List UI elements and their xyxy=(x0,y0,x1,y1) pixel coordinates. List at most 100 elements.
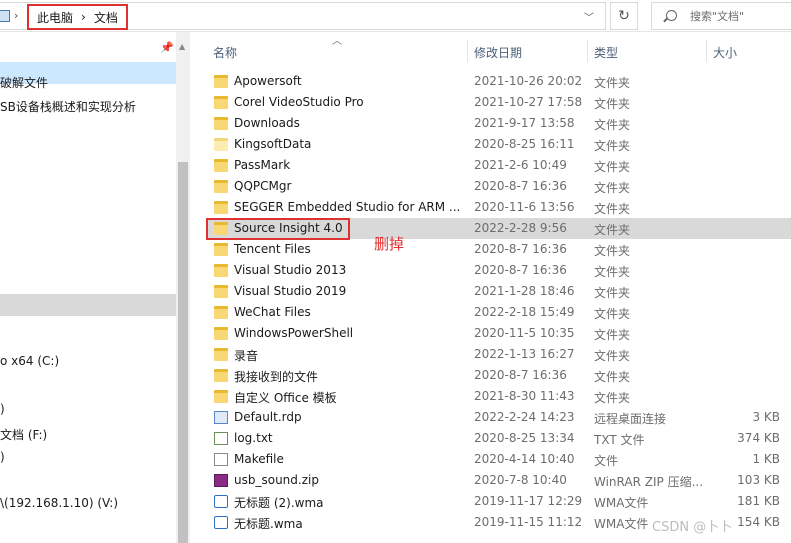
file-date: 2019-11-15 11:12 xyxy=(474,515,583,529)
refresh-button[interactable]: ↻ xyxy=(610,2,638,30)
file-date: 2020-7-8 10:40 xyxy=(474,473,567,487)
folder-icon xyxy=(214,75,228,88)
column-divider[interactable] xyxy=(706,40,707,62)
nav-scrollbar[interactable]: ▲ xyxy=(176,32,190,543)
folder-icon xyxy=(214,306,228,319)
file-row[interactable]: KingsoftData 2020-8-25 16:11 文件夹 xyxy=(206,134,791,155)
wma-file-icon xyxy=(214,516,228,529)
nav-hover-item[interactable] xyxy=(0,294,176,316)
nav-item[interactable]: ) xyxy=(0,450,5,464)
file-row[interactable]: 无标题 (2).wma 2019-11-17 12:29 WMA文件 181 KB xyxy=(206,491,791,512)
file-type: 文件夹 xyxy=(594,160,631,174)
file-name: Visual Studio 2019 xyxy=(234,284,347,298)
file-date: 2020-8-7 16:36 xyxy=(474,179,567,193)
text-file-icon xyxy=(214,432,228,445)
file-date: 2021-8-30 11:43 xyxy=(474,389,575,403)
file-type: 文件夹 xyxy=(594,244,631,258)
folder-icon xyxy=(214,348,228,361)
file-row[interactable]: Corel VideoStudio Pro 2021-10-27 17:58 文件夹 xyxy=(206,92,791,113)
file-name: 录音 xyxy=(234,349,259,363)
file-type: 文件夹 xyxy=(594,223,631,237)
nav-item[interactable]: o x64 (C:) xyxy=(0,354,59,368)
file-size: 154 KB xyxy=(737,515,780,529)
nav-item[interactable]: \(192.168.1.10) (V:) xyxy=(0,496,118,510)
folder-icon xyxy=(214,243,228,256)
column-header-size[interactable]: 大小 xyxy=(713,44,737,61)
column-header-name[interactable]: 名称 xyxy=(213,44,237,61)
file-name: Apowersoft xyxy=(234,74,302,88)
blank-file-icon xyxy=(214,453,228,466)
search-input[interactable] xyxy=(690,7,790,25)
file-name: 我接收到的文件 xyxy=(234,370,319,384)
file-date: 2020-11-6 13:56 xyxy=(474,200,575,214)
annotation-text: 删掉 xyxy=(374,235,405,253)
breadcrumb-documents[interactable]: 文档 xyxy=(94,9,118,26)
file-row[interactable]: Apowersoft 2021-10-26 20:02 文件夹 xyxy=(206,71,791,92)
folder-icon xyxy=(214,96,228,109)
file-row[interactable]: PassMark 2021-2-6 10:49 文件夹 xyxy=(206,155,791,176)
address-toolbar: › 此电脑 › 文档 ﹀ ↻ xyxy=(0,0,791,32)
file-date: 2021-2-6 10:49 xyxy=(474,158,567,172)
file-name: Makefile xyxy=(234,452,284,466)
file-row[interactable]: usb_sound.zip 2020-7-8 10:40 WinRAR ZIP 压缩… xyxy=(206,470,791,491)
nav-item[interactable]: 破解文件 xyxy=(0,74,48,91)
file-row[interactable]: WeChat Files 2022-2-18 15:49 文件夹 xyxy=(206,302,791,323)
file-name: QQPCMgr xyxy=(234,179,292,193)
wma-file-icon xyxy=(214,495,228,508)
nav-scrollbar-thumb[interactable] xyxy=(178,162,188,543)
file-row[interactable]: 录音 2022-1-13 16:27 文件夹 xyxy=(206,344,791,365)
column-divider[interactable] xyxy=(587,40,588,62)
file-name: 自定义 Office 模板 xyxy=(234,391,337,405)
file-type: 文件夹 xyxy=(594,391,631,405)
file-row[interactable]: Downloads 2021-9-17 13:58 文件夹 xyxy=(206,113,791,134)
file-row[interactable]: Makefile 2020-4-14 10:40 文件 1 KB xyxy=(206,449,791,470)
file-name: Visual Studio 2013 xyxy=(234,263,347,277)
file-date: 2021-10-26 20:02 xyxy=(474,74,583,88)
refresh-icon: ↻ xyxy=(618,8,630,24)
folder-icon xyxy=(214,201,228,214)
column-header: 名称 修改日期 类型 大小 xyxy=(192,40,791,62)
file-type: 文件夹 xyxy=(594,286,631,300)
file-size: 103 KB xyxy=(737,473,780,487)
file-size: 3 KB xyxy=(752,410,780,424)
nav-item[interactable]: 文档 (F:) xyxy=(0,426,47,443)
file-row[interactable]: Default.rdp 2022-2-24 14:23 远程桌面连接 3 KB xyxy=(206,407,791,428)
chevron-down-icon[interactable]: ﹀ xyxy=(584,9,594,24)
breadcrumb-this-pc[interactable]: 此电脑 xyxy=(37,9,73,26)
address-bar[interactable]: › 此电脑 › 文档 ﹀ xyxy=(0,2,606,30)
file-row[interactable]: WindowsPowerShell 2020-11-5 10:35 文件夹 xyxy=(206,323,791,344)
file-row[interactable]: QQPCMgr 2020-8-7 16:36 文件夹 xyxy=(206,176,791,197)
pin-icon[interactable]: 📌 xyxy=(160,41,174,54)
nav-item[interactable]: ) xyxy=(0,402,5,416)
file-type: 文件夹 xyxy=(594,97,631,111)
file-date: 2020-8-25 13:34 xyxy=(474,431,575,445)
file-date: 2020-8-7 16:36 xyxy=(474,263,567,277)
file-name: WindowsPowerShell xyxy=(234,326,354,340)
file-row[interactable]: 我接收到的文件 2020-8-7 16:36 文件夹 xyxy=(206,365,791,386)
file-date: 2020-8-7 16:36 xyxy=(474,242,567,256)
search-box[interactable] xyxy=(651,2,791,30)
file-date: 2021-10-27 17:58 xyxy=(474,95,583,109)
file-row[interactable]: log.txt 2020-8-25 13:34 TXT 文件 374 KB xyxy=(206,428,791,449)
column-divider[interactable] xyxy=(467,40,468,62)
file-name: KingsoftData xyxy=(234,137,312,151)
file-type: 文件 xyxy=(594,454,619,468)
file-row[interactable]: 自定义 Office 模板 2021-8-30 11:43 文件夹 xyxy=(206,386,791,407)
file-name: SEGGER Embedded Studio for ARM ... xyxy=(234,200,461,214)
column-header-type[interactable]: 类型 xyxy=(594,44,618,61)
file-row[interactable]: Tencent Files 2020-8-7 16:36 文件夹 xyxy=(206,239,791,260)
file-date: 2020-8-25 16:11 xyxy=(474,137,575,151)
nav-item[interactable]: SB设备栈概述和实现分析 xyxy=(0,98,136,115)
file-date: 2020-4-14 10:40 xyxy=(474,452,575,466)
file-date: 2022-1-13 16:27 xyxy=(474,347,575,361)
scroll-up-icon[interactable]: ▲ xyxy=(179,42,185,51)
file-type: 文件夹 xyxy=(594,118,631,132)
file-type: 文件夹 xyxy=(594,349,631,363)
chevron-right-icon[interactable]: › xyxy=(81,10,86,24)
file-row[interactable]: Visual Studio 2019 2021-1-28 18:46 文件夹 xyxy=(206,281,791,302)
file-row[interactable]: SEGGER Embedded Studio for ARM ... 2020-1… xyxy=(206,197,791,218)
column-header-date[interactable]: 修改日期 xyxy=(474,44,522,61)
folder-icon xyxy=(214,117,228,130)
file-size: 181 KB xyxy=(737,494,780,508)
file-row[interactable]: Visual Studio 2013 2020-8-7 16:36 文件夹 xyxy=(206,260,791,281)
